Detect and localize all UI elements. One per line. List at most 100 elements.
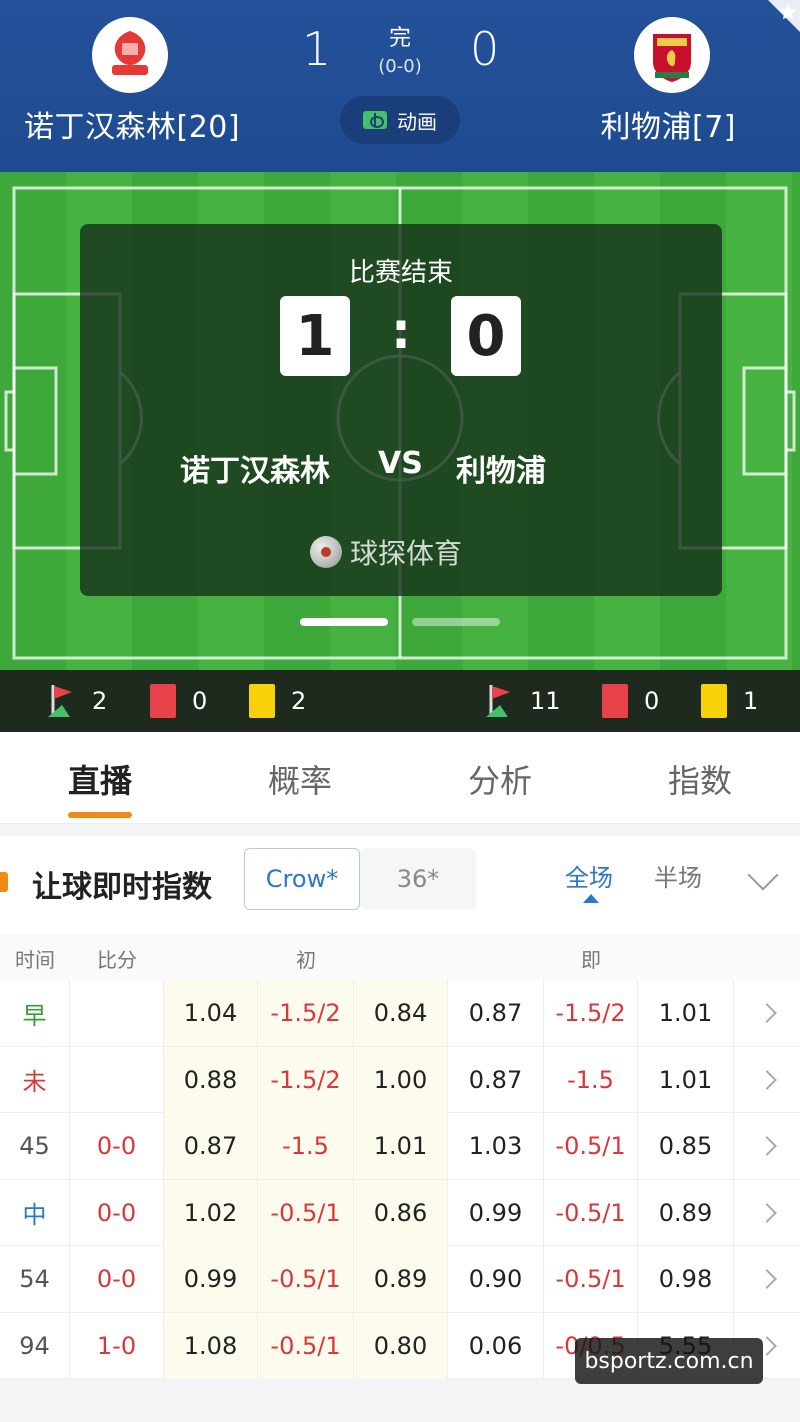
initial-handicap: -0.5/1	[258, 1246, 354, 1312]
chevron-down-icon[interactable]	[747, 859, 779, 891]
brand-logo-icon	[310, 536, 342, 568]
away-red-cards-stat: 0	[602, 670, 659, 732]
initial-away-odds: 0.80	[354, 1312, 448, 1379]
overlay-colon: :	[391, 302, 411, 360]
initial-home-odds: 1.02	[164, 1179, 258, 1246]
table-row[interactable]: 45 0-0 0.87 -1.5 1.01 1.03 -0.5/1 0.85	[0, 1113, 800, 1180]
live-home-odds: 0.99	[448, 1179, 544, 1246]
row-score: 1-0	[70, 1312, 164, 1379]
away-yellow-cards-stat: 1	[701, 670, 758, 732]
initial-handicap: -0.5/1	[258, 1312, 354, 1379]
home-red-count: 0	[192, 687, 208, 715]
match-header: 诺丁汉森林[20] 1 完 (0-0) 0 动画 利物浦[7]	[0, 0, 800, 172]
corner-flag-icon	[48, 685, 72, 717]
away-team-name[interactable]: 利物浦[7]	[601, 102, 737, 146]
row-time: 94	[0, 1312, 70, 1379]
live-home-odds: 1.03	[448, 1113, 544, 1179]
home-team-logo[interactable]	[92, 17, 168, 93]
bookmaker-36-button[interactable]: 36*	[360, 848, 476, 910]
tab-live[interactable]: 直播	[0, 756, 200, 802]
table-row[interactable]: 早 1.04 -1.5/2 0.84 0.87 -1.5/2 1.01	[0, 980, 800, 1047]
tab-probability[interactable]: 概率	[200, 756, 400, 802]
selected-caret-icon	[583, 894, 599, 903]
home-yellow-count: 2	[291, 687, 307, 715]
bookmaker-crow-button[interactable]: Crow*	[244, 848, 360, 910]
away-team-logo[interactable]	[634, 17, 710, 93]
initial-home-odds: 0.99	[164, 1246, 258, 1312]
row-score	[70, 1046, 164, 1113]
animation-button[interactable]: 动画	[340, 96, 460, 144]
row-time: 中	[0, 1179, 70, 1246]
row-time: 54	[0, 1246, 70, 1312]
live-handicap: -0.5/1	[544, 1179, 638, 1246]
live-home-odds: 0.06	[448, 1312, 544, 1379]
match-stats-bar: 2 0 2 11 0 1	[0, 670, 800, 732]
live-handicap: -1.5	[544, 1046, 638, 1113]
match-status: 完	[388, 26, 411, 51]
initial-away-odds: 1.00	[354, 1046, 448, 1113]
tab-odds[interactable]: 指数	[600, 756, 800, 802]
initial-away-odds: 0.86	[354, 1179, 448, 1246]
chevron-right-icon[interactable]	[734, 1047, 800, 1113]
live-home-odds: 0.87	[448, 1046, 544, 1113]
overlay-away-score: 0	[451, 296, 521, 376]
away-red-count: 0	[644, 687, 660, 715]
row-score: 0-0	[70, 1179, 164, 1246]
live-handicap: -0.5/1	[544, 1113, 638, 1179]
live-away-odds: 0.98	[638, 1246, 734, 1312]
home-red-cards-stat: 0	[150, 670, 207, 732]
away-score: 0	[470, 22, 500, 76]
header-score: 比分	[97, 948, 137, 972]
site-watermark: bsportz.com.cn	[575, 1338, 763, 1384]
match-animation-pitch: 比赛结束 1 : 0 诺丁汉森林 VS 利物浦 球探体育	[0, 172, 800, 670]
home-score: 1	[302, 22, 332, 76]
live-handicap: -0.5/1	[544, 1246, 638, 1312]
red-card-icon	[602, 684, 628, 718]
favorite-star-icon[interactable]	[748, 0, 800, 52]
initial-away-odds: 0.84	[354, 980, 448, 1046]
carousel-indicator[interactable]	[412, 618, 500, 626]
active-tab-indicator	[68, 812, 132, 818]
away-corners-count: 11	[530, 687, 561, 715]
section-title: 让球即时指数	[32, 870, 212, 905]
home-corners-count: 2	[92, 687, 108, 715]
overlay-vs: VS	[378, 446, 423, 481]
half-match-toggle[interactable]: 半场	[654, 858, 702, 893]
table-row[interactable]: 54 0-0 0.99 -0.5/1 0.89 0.90 -0.5/1 0.98	[0, 1246, 800, 1313]
initial-home-odds: 1.04	[164, 980, 258, 1046]
overlay-away-team: 利物浦	[456, 454, 546, 489]
initial-away-odds: 1.01	[354, 1113, 448, 1179]
chevron-right-icon[interactable]	[734, 1113, 800, 1179]
chevron-right-icon[interactable]	[734, 1246, 800, 1312]
table-row[interactable]: 未 0.88 -1.5/2 1.00 0.87 -1.5 1.01	[0, 1046, 800, 1113]
yellow-card-icon	[701, 684, 727, 718]
pitch-icon	[363, 111, 387, 129]
initial-home-odds: 1.08	[164, 1312, 258, 1379]
section-marker	[0, 872, 8, 892]
tab-analysis[interactable]: 分析	[400, 756, 600, 802]
header-live: 即	[581, 948, 601, 972]
home-yellow-cards-stat: 2	[249, 670, 306, 732]
carousel-indicator-active[interactable]	[300, 618, 388, 626]
initial-home-odds: 0.87	[164, 1113, 258, 1179]
row-score: 0-0	[70, 1113, 164, 1179]
row-score: 0-0	[70, 1246, 164, 1312]
full-match-toggle[interactable]: 全场	[565, 858, 613, 893]
row-time: 未	[0, 1046, 70, 1113]
row-score	[70, 980, 164, 1046]
live-handicap: -1.5/2	[544, 980, 638, 1046]
table-row[interactable]: 中 0-0 1.02 -0.5/1 0.86 0.99 -0.5/1 0.89	[0, 1179, 800, 1246]
header-time: 时间	[15, 948, 55, 972]
main-tabs: 直播 概率 分析 指数	[0, 732, 800, 824]
chevron-right-icon[interactable]	[734, 1180, 800, 1246]
match-end-overlay: 比赛结束 1 : 0 诺丁汉森林 VS 利物浦 球探体育	[80, 224, 722, 596]
overlay-home-team: 诺丁汉森林	[180, 454, 330, 489]
forest-crest-icon	[101, 26, 159, 84]
home-team-name[interactable]: 诺丁汉森林[20]	[24, 102, 240, 146]
red-card-icon	[150, 684, 176, 718]
animation-label: 动画	[397, 109, 437, 134]
brand-watermark: 球探体育	[310, 532, 462, 572]
chevron-right-icon[interactable]	[734, 980, 800, 1046]
corner-flag-icon	[486, 685, 510, 717]
odds-table-header: 时间 比分 初 即	[0, 934, 800, 980]
